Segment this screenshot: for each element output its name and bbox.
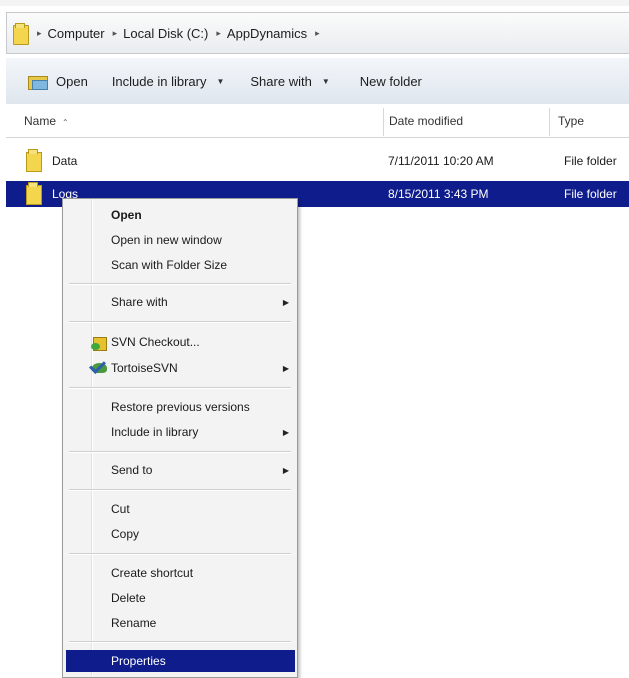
sort-arrow-icon: ⌃ bbox=[62, 118, 69, 127]
window-top-edge bbox=[0, 0, 629, 6]
menu-separator bbox=[69, 553, 291, 555]
menu-item-include-library[interactable]: Include in library ▶ bbox=[63, 421, 297, 443]
folder-icon bbox=[26, 182, 42, 205]
submenu-arrow-icon: ▶ bbox=[282, 465, 289, 475]
file-type: File folder bbox=[564, 187, 617, 201]
submenu-arrow-icon: ▶ bbox=[282, 297, 289, 307]
file-type: File folder bbox=[564, 154, 617, 168]
share-with-label: Share with bbox=[250, 73, 312, 89]
open-label: Open bbox=[56, 73, 88, 89]
file-date: 8/15/2011 3:43 PM bbox=[388, 187, 489, 201]
file-date: 7/11/2011 10:20 AM bbox=[388, 154, 494, 168]
submenu-arrow-icon: ▶ bbox=[282, 363, 289, 373]
menu-item-cut[interactable]: Cut bbox=[63, 498, 297, 520]
context-menu: Open Open in new window Scan with Folder… bbox=[62, 198, 298, 678]
breadcrumb-appdynamics[interactable]: AppDynamics bbox=[227, 26, 307, 41]
column-headers: Name ⌃ Date modified Type bbox=[6, 106, 629, 138]
menu-separator bbox=[69, 283, 291, 285]
menu-item-rename[interactable]: Rename bbox=[63, 612, 297, 634]
chevron-down-icon: ▼ bbox=[321, 76, 330, 86]
new-folder-button[interactable]: New folder bbox=[360, 74, 422, 89]
column-header-name[interactable]: Name ⌃ bbox=[24, 114, 69, 128]
file-name: Data bbox=[52, 154, 78, 168]
breadcrumb-arrow-icon[interactable]: ▸ bbox=[37, 28, 42, 39]
chevron-down-icon: ▼ bbox=[216, 76, 225, 86]
include-in-library-button[interactable]: Include in library ▼ bbox=[112, 74, 225, 89]
breadcrumb-computer[interactable]: Computer bbox=[48, 26, 105, 41]
include-in-library-label: Include in library bbox=[111, 73, 207, 89]
column-header-type[interactable]: Type bbox=[558, 114, 584, 128]
menu-separator bbox=[69, 489, 291, 491]
menu-item-svn-checkout[interactable]: SVN Checkout... bbox=[63, 331, 297, 353]
menu-separator bbox=[69, 451, 291, 453]
command-toolbar: Open Include in library ▼ Share with ▼ N… bbox=[6, 58, 629, 104]
open-button[interactable]: Open bbox=[28, 73, 88, 90]
column-divider[interactable] bbox=[383, 108, 384, 136]
folder-icon bbox=[26, 149, 42, 172]
menu-item-tortoise-svn[interactable]: TortoiseSVN ▶ bbox=[63, 357, 297, 379]
tortoise-svn-icon bbox=[90, 359, 110, 377]
breadcrumb-arrow-icon[interactable]: ▸ bbox=[113, 28, 118, 39]
new-folder-label: New folder bbox=[359, 73, 422, 89]
menu-item-open-new-window[interactable]: Open in new window bbox=[63, 229, 297, 251]
address-bar[interactable]: ▸ Computer ▸ Local Disk (C:) ▸ AppDynami… bbox=[6, 12, 629, 54]
menu-item-scan-folder-size[interactable]: Scan with Folder Size bbox=[63, 254, 297, 276]
menu-item-create-shortcut[interactable]: Create shortcut bbox=[63, 562, 297, 584]
menu-item-open[interactable]: Open bbox=[63, 204, 297, 226]
submenu-arrow-icon: ▶ bbox=[282, 427, 289, 437]
menu-separator bbox=[69, 641, 291, 643]
column-header-date[interactable]: Date modified bbox=[389, 114, 463, 128]
menu-item-share-with[interactable]: Share with ▶ bbox=[63, 291, 297, 313]
menu-item-restore-versions[interactable]: Restore previous versions bbox=[63, 396, 297, 418]
breadcrumb-arrow-icon[interactable]: ▸ bbox=[315, 28, 320, 39]
menu-separator bbox=[69, 321, 291, 323]
menu-item-delete[interactable]: Delete bbox=[63, 587, 297, 609]
menu-item-copy[interactable]: Copy bbox=[63, 523, 297, 545]
breadcrumb-local-disk[interactable]: Local Disk (C:) bbox=[123, 26, 208, 41]
breadcrumb-arrow-icon[interactable]: ▸ bbox=[216, 28, 221, 39]
svn-checkout-icon bbox=[91, 333, 109, 351]
file-row-data[interactable]: Data 7/11/2011 10:20 AM File folder bbox=[6, 148, 629, 174]
open-folder-icon bbox=[28, 73, 50, 90]
menu-item-properties[interactable]: Properties bbox=[66, 650, 295, 672]
share-with-button[interactable]: Share with ▼ bbox=[250, 74, 329, 89]
menu-item-send-to[interactable]: Send to ▶ bbox=[63, 459, 297, 481]
menu-separator bbox=[69, 387, 291, 389]
column-divider[interactable] bbox=[549, 108, 550, 136]
folder-icon bbox=[13, 23, 29, 45]
